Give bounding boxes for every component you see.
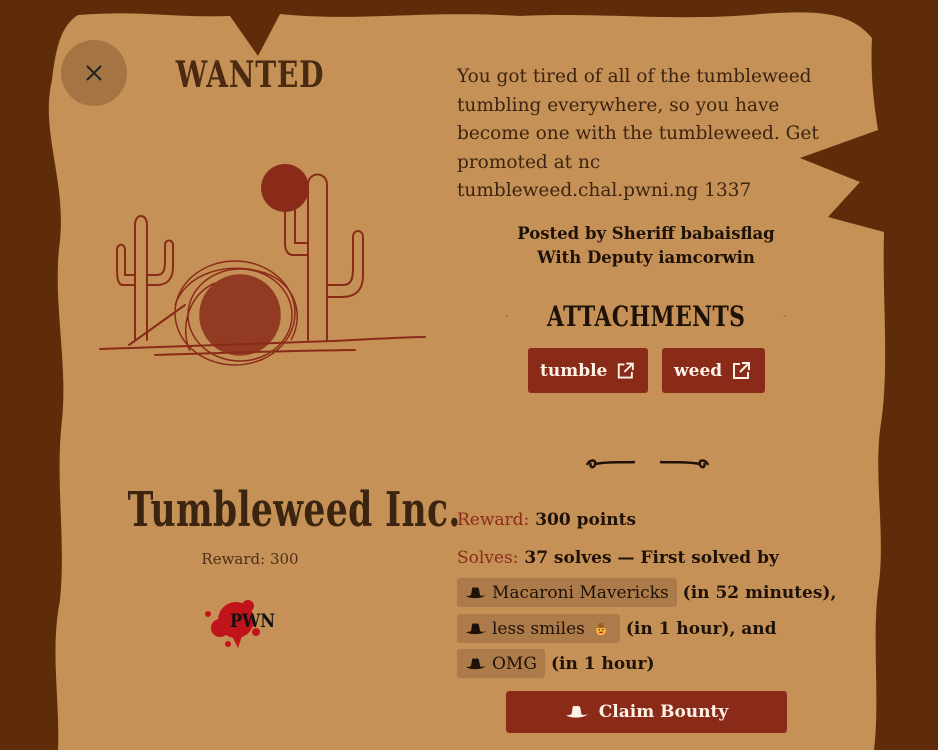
flourish-left-icon bbox=[505, 315, 509, 317]
solve-time: (in 1 hour) bbox=[550, 653, 655, 674]
attachments-heading-text: ATTACHMENTS bbox=[546, 299, 746, 333]
claim-bounty-button[interactable]: Claim Bounty bbox=[506, 691, 787, 733]
cowboy-hat-icon bbox=[466, 622, 486, 634]
flourish-right-icon bbox=[783, 315, 787, 317]
team-chip-omg[interactable]: OMG bbox=[457, 649, 545, 678]
reward-label: Reward: bbox=[457, 510, 530, 530]
first-solver-row: Macaroni Mavericks (in 52 minutes), bbox=[457, 578, 836, 607]
cowboy-face-emoji-icon bbox=[594, 622, 608, 635]
solve-time: (in 1 hour), and bbox=[625, 618, 777, 639]
second-solver-row: less smiles (in 1 hour), and bbox=[457, 614, 777, 643]
team-chip-macaroni-mavericks[interactable]: Macaroni Mavericks bbox=[457, 578, 677, 607]
attachments-heading: ATTACHMENTS bbox=[505, 298, 787, 334]
team-name: Macaroni Mavericks bbox=[492, 582, 669, 603]
external-link-icon bbox=[618, 362, 635, 378]
challenge-description: You got tired of all of the tumbleweed t… bbox=[457, 66, 819, 201]
external-link-icon bbox=[733, 361, 751, 379]
attachment-label: weed bbox=[674, 360, 723, 381]
posted-by: Posted by Sheriff babaisflag With Deputy… bbox=[457, 222, 835, 270]
flourish-divider bbox=[585, 459, 710, 469]
reward-value: 300 points bbox=[535, 510, 637, 530]
claim-bounty-label: Claim Bounty bbox=[598, 702, 729, 722]
bounty-reward: Reward: 300 bbox=[201, 550, 299, 568]
tumbleweed-desert-illustration bbox=[99, 164, 426, 366]
attachment-label: tumble bbox=[540, 360, 608, 381]
solves-label: Solves: bbox=[457, 548, 519, 568]
solves-line: Solves: 37 solves — First solved by bbox=[457, 548, 847, 568]
close-icon bbox=[86, 65, 102, 81]
wanted-heading: WANTED bbox=[175, 54, 325, 96]
solve-time: (in 52 minutes), bbox=[682, 582, 837, 603]
posted-by-sheriff: Posted by Sheriff babaisflag bbox=[517, 224, 775, 243]
team-chip-less-smiles[interactable]: less smiles bbox=[457, 614, 620, 643]
reward-line: Reward: 300 points bbox=[457, 510, 636, 530]
cowboy-hat-icon bbox=[565, 705, 588, 718]
attachment-button-tumble[interactable]: tumble bbox=[528, 348, 648, 393]
solves-text: 37 solves — First solved by bbox=[524, 548, 779, 568]
bounty-title: Tumbleweed Inc. bbox=[127, 482, 461, 538]
pwn-stamp-text: PWN bbox=[230, 610, 276, 632]
close-button[interactable] bbox=[61, 40, 127, 106]
cowboy-hat-icon bbox=[466, 657, 486, 669]
posted-by-deputy: With Deputy iamcorwin bbox=[537, 248, 755, 267]
third-solver-row: OMG (in 1 hour) bbox=[457, 649, 655, 678]
team-name: less smiles bbox=[492, 618, 585, 639]
cowboy-hat-icon bbox=[466, 586, 486, 598]
team-name: OMG bbox=[492, 653, 537, 674]
attachment-button-weed[interactable]: weed bbox=[662, 348, 765, 393]
